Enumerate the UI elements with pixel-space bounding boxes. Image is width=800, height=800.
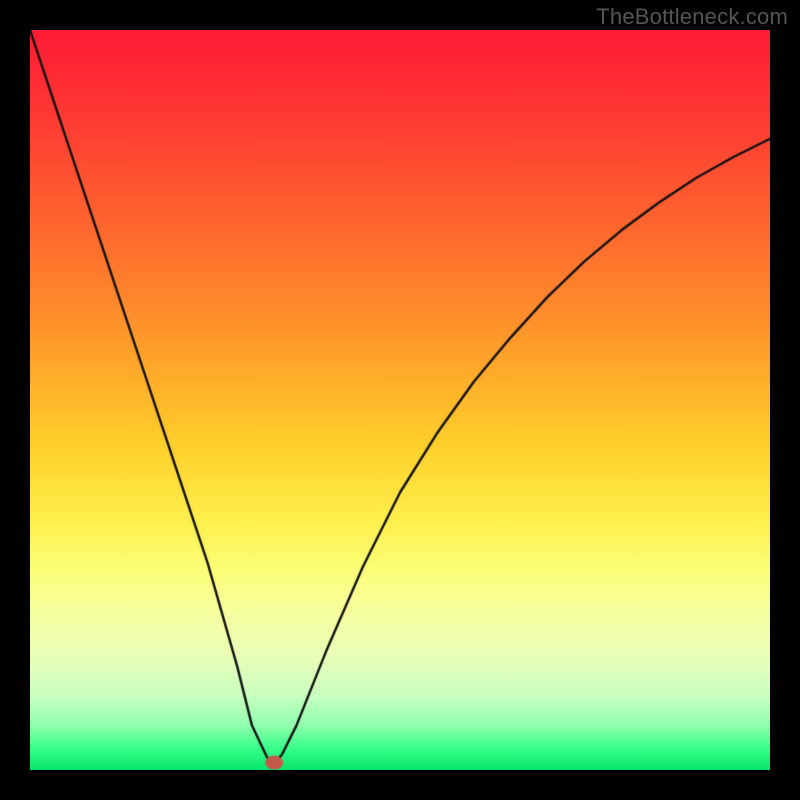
bottleneck-curve bbox=[30, 30, 770, 770]
plot-area bbox=[30, 30, 770, 770]
chart-frame: TheBottleneck.com bbox=[0, 0, 800, 800]
watermark-text: TheBottleneck.com bbox=[596, 4, 788, 30]
